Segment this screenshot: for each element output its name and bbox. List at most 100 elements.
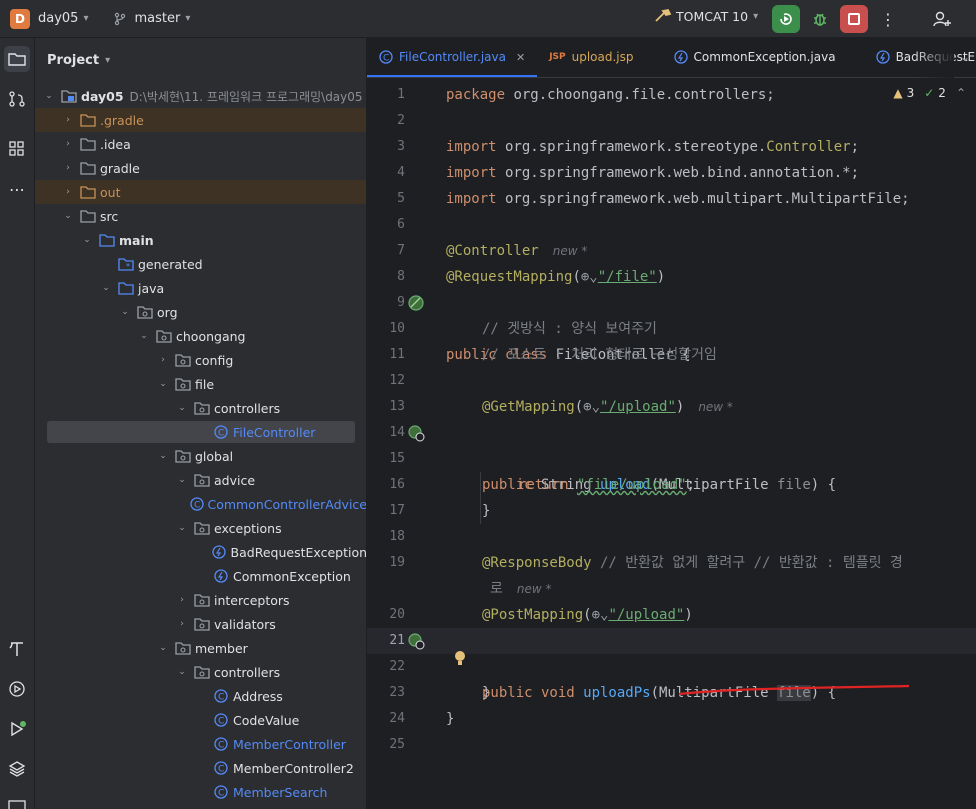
tab-upload-jsp[interactable]: JSP upload.jsp xyxy=(537,37,645,77)
tree-item[interactable]: ⌄ org xyxy=(35,300,366,324)
chevron-down-icon[interactable]: ⌄ xyxy=(157,451,169,461)
code-line: 25 xyxy=(367,732,976,758)
tree-item[interactable]: C MemberSearch xyxy=(35,780,366,804)
close-icon[interactable]: ✕ xyxy=(516,51,525,64)
terminal-tool-button[interactable] xyxy=(4,794,30,809)
code-token: ( xyxy=(583,607,592,623)
inlay-hint[interactable]: new * xyxy=(517,582,552,596)
chevron-right-icon[interactable]: › xyxy=(62,139,74,149)
tree-item[interactable]: › out xyxy=(35,180,366,204)
more-icon[interactable]: ⋮ xyxy=(874,5,902,33)
chevron-down-icon[interactable]: ▾ xyxy=(105,55,110,66)
tree-item-path: D:\박세현\11. 프레임워크 프로그래밍\day05 xyxy=(129,89,363,104)
code-token[interactable]: "/file" xyxy=(598,269,657,285)
bean-gutter-icon[interactable] xyxy=(407,294,425,312)
chevron-right-icon[interactable]: › xyxy=(62,115,74,125)
code-token[interactable]: "/upload" xyxy=(600,399,676,415)
endpoint-gutter-icon[interactable] xyxy=(407,632,425,650)
tree-item[interactable]: ⌄ java xyxy=(35,276,366,300)
tab-file-controller[interactable]: C FileController.java ✕ xyxy=(367,37,538,77)
tree-item[interactable]: › interceptors xyxy=(35,588,366,612)
stop-button[interactable] xyxy=(840,5,868,33)
tree-item[interactable]: › config xyxy=(35,348,366,372)
chevron-down-icon[interactable]: ⌄ xyxy=(119,307,131,317)
tree-item[interactable]: ⌄ file xyxy=(35,372,366,396)
code-token: return xyxy=(518,477,569,493)
chevron-right-icon[interactable]: › xyxy=(176,619,188,629)
chevron-down-icon[interactable]: ⌄ xyxy=(138,331,150,341)
tree-item[interactable]: C CodeValue xyxy=(35,708,366,732)
hammer-icon xyxy=(9,642,23,656)
chevron-down-icon[interactable]: ⌄ xyxy=(176,667,188,677)
tree-item[interactable]: ⌄ src xyxy=(35,204,366,228)
chevron-down-icon[interactable]: ▾ xyxy=(83,13,88,24)
tree-item-label: CommonControllerAdvice xyxy=(207,496,367,512)
tree-item[interactable]: C MemberController2 xyxy=(35,756,366,780)
tree-item[interactable]: ⌄ main xyxy=(35,228,366,252)
project-name[interactable]: day05 xyxy=(38,11,78,26)
endpoint-gutter-icon[interactable] xyxy=(407,424,425,442)
tree-item[interactable]: * generated xyxy=(35,252,366,276)
structure-tool-button[interactable] xyxy=(4,136,30,162)
tree-item[interactable]: › gradle xyxy=(35,156,366,180)
inlay-hint[interactable]: new * xyxy=(553,244,588,258)
tree-item[interactable]: ⌄ controllers xyxy=(35,660,366,684)
tree-item[interactable]: ⌄ member xyxy=(35,636,366,660)
commit-tool-button[interactable] xyxy=(4,86,30,112)
tree-item[interactable]: C FileController xyxy=(35,420,366,444)
tree-item[interactable]: ⌄ advice xyxy=(35,468,366,492)
more-tabs-icon[interactable]: ⌄ xyxy=(960,50,970,64)
chevron-down-icon[interactable]: ⌄ xyxy=(157,379,169,389)
tree-item[interactable]: › .idea xyxy=(35,132,366,156)
build-tool-button[interactable] xyxy=(4,636,30,662)
line-number: 16 xyxy=(389,477,405,492)
tree-item[interactable]: ⌄ controllers xyxy=(35,396,366,420)
tree-item[interactable]: ⌄ choongang xyxy=(35,324,366,348)
project-panel-header[interactable]: Project ▾ xyxy=(35,38,366,82)
chevron-down-icon[interactable]: ⌄ xyxy=(157,643,169,653)
globe-icon[interactable]: ⊕⌄ xyxy=(581,269,598,285)
add-user-button[interactable] xyxy=(928,5,956,33)
tree-item[interactable]: CommonException xyxy=(35,564,366,588)
tree-item[interactable]: ⌄ day05 D:\박세현\11. 프레임워크 프로그래밍\day05 xyxy=(35,84,366,108)
chevron-down-icon[interactable]: ⌄ xyxy=(43,91,55,101)
tree-item[interactable]: › .gradle xyxy=(35,108,366,132)
run-config-selector[interactable]: TOMCAT 10 ▾ xyxy=(654,8,758,24)
chevron-right-icon[interactable]: › xyxy=(62,163,74,173)
layers-tool-button[interactable] xyxy=(4,756,30,782)
globe-icon[interactable]: ⊕⌄ xyxy=(583,399,600,415)
tree-item[interactable]: ⌄ exceptions xyxy=(35,516,366,540)
more-tools-icon[interactable]: ⋯ xyxy=(4,176,30,202)
globe-icon[interactable]: ⊕⌄ xyxy=(592,607,609,623)
tree-item[interactable]: C CommonControllerAdvice xyxy=(35,492,367,516)
tree-item[interactable]: C Address xyxy=(35,684,366,708)
run-tool-button[interactable] xyxy=(4,716,30,742)
code-area[interactable]: ▲ 3 ✓ 2 ⌃ 1 package org.choongang.file.co… xyxy=(367,82,976,809)
project-badge[interactable]: D xyxy=(10,8,30,29)
lightbulb-icon[interactable] xyxy=(453,650,467,668)
chevron-right-icon[interactable]: › xyxy=(157,355,169,365)
tree-item[interactable]: › validators xyxy=(35,612,366,636)
debug-button[interactable] xyxy=(806,5,834,33)
inlay-hint[interactable]: new * xyxy=(698,400,733,414)
chevron-down-icon[interactable]: ⌄ xyxy=(176,475,188,485)
line-number: 21 xyxy=(389,633,405,648)
chevron-down-icon[interactable]: ⌄ xyxy=(176,523,188,533)
package-icon xyxy=(194,472,210,488)
chevron-down-icon[interactable]: ⌄ xyxy=(100,283,112,293)
tree-item[interactable]: ⌄ global xyxy=(35,444,366,468)
exception-class-icon xyxy=(673,50,688,64)
chevron-right-icon[interactable]: › xyxy=(62,187,74,197)
chevron-down-icon[interactable]: ⌄ xyxy=(176,403,188,413)
branch-selector[interactable]: master ▾ xyxy=(113,11,190,26)
services-tool-button[interactable] xyxy=(4,676,30,702)
code-token[interactable]: "/upload" xyxy=(608,607,684,623)
tree-item[interactable]: BadRequestException xyxy=(35,540,366,564)
project-tool-button[interactable] xyxy=(4,46,30,72)
chevron-right-icon[interactable]: › xyxy=(176,595,188,605)
run-button[interactable] xyxy=(772,5,800,33)
tab-common-exception[interactable]: CommonException.java xyxy=(662,37,848,77)
chevron-down-icon[interactable]: ⌄ xyxy=(62,211,74,221)
tree-item[interactable]: C MemberController xyxy=(35,732,366,756)
chevron-down-icon[interactable]: ⌄ xyxy=(81,235,93,245)
